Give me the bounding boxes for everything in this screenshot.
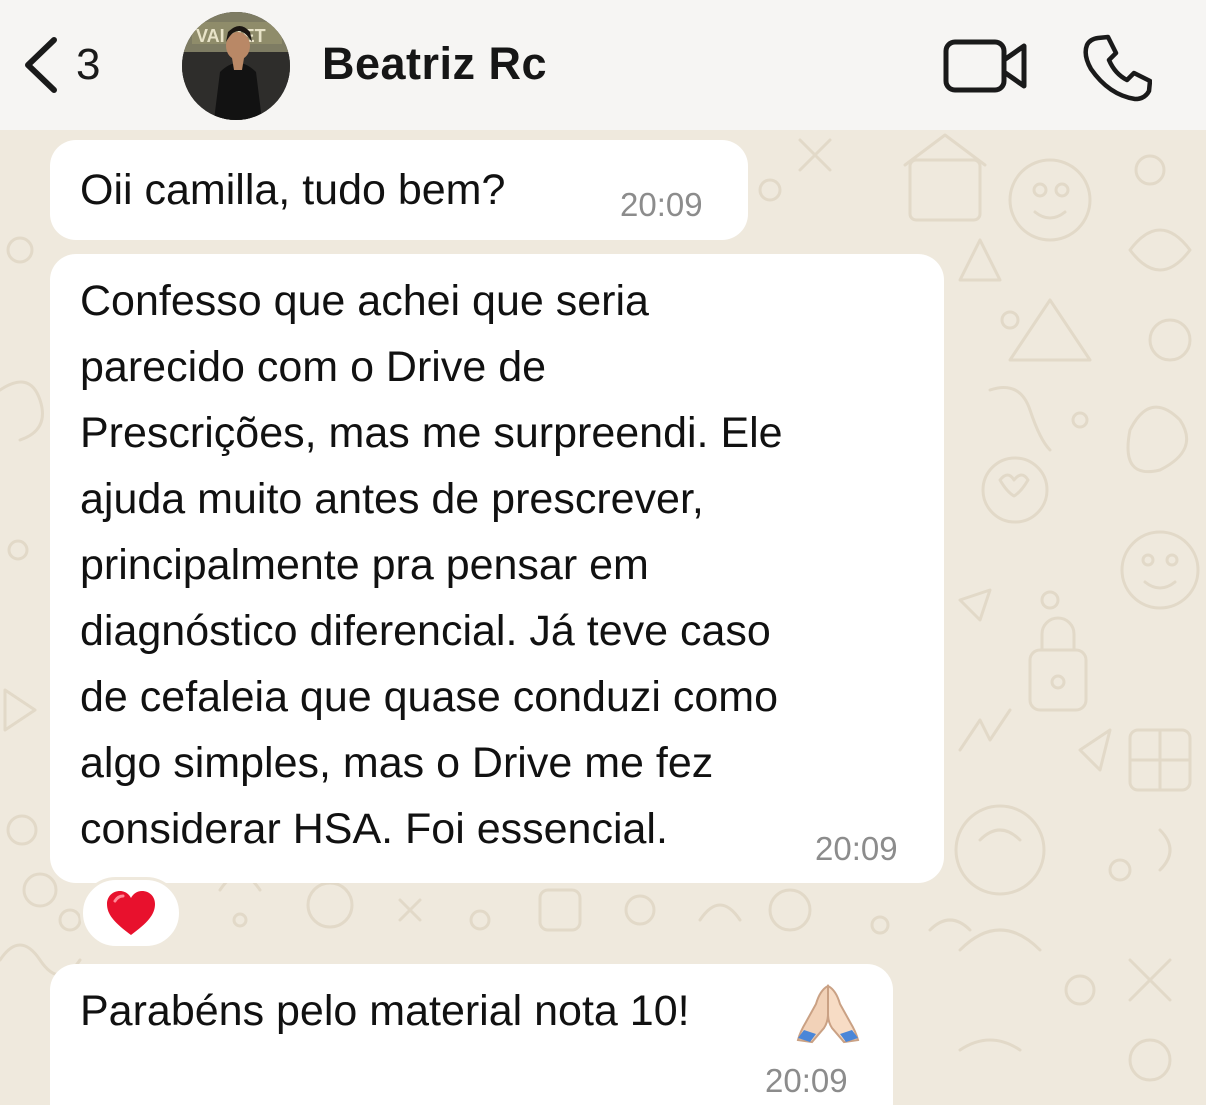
- message-text-line: principalmente pra pensar em: [80, 541, 649, 589]
- message-bubble[interactable]: Oii camilla, tudo bem? 20:09: [50, 140, 748, 240]
- message-time: 20:09: [620, 186, 703, 223]
- message-text-line: parecido com o Drive de: [80, 343, 547, 391]
- chat-header: 3 VAI BET Beatriz Rc: [0, 0, 1206, 130]
- avatar[interactable]: VAI BET: [182, 12, 290, 120]
- phone-icon: [1083, 34, 1153, 102]
- chat-screen: 3 VAI BET Beatriz Rc: [0, 0, 1206, 1105]
- message-text-line: Prescrições, mas me surpreendi. Ele: [80, 409, 783, 457]
- message-text-line: considerar HSA. Foi essencial.: [80, 805, 668, 853]
- back-button[interactable]: 3: [22, 34, 132, 96]
- message-text-line: algo simples, mas o Drive me fez: [80, 739, 714, 787]
- message-bubble[interactable]: Confesso que achei que seria parecido co…: [50, 254, 944, 883]
- chevron-left-icon: [25, 37, 57, 93]
- voice-call-button[interactable]: [1082, 32, 1153, 102]
- video-camera-icon: [943, 39, 1027, 93]
- heart-emoji-icon: [107, 891, 155, 935]
- message-text-line: de cefaleia que quase conduzi como: [80, 673, 779, 721]
- message-time: 20:09: [815, 830, 898, 867]
- avatar-photo: VAI BET: [182, 12, 290, 120]
- message-text: Oii camilla, tudo bem?: [80, 166, 506, 214]
- unread-count: 3: [76, 40, 101, 89]
- contact-name[interactable]: Beatriz Rc: [322, 38, 547, 90]
- message-text-line: Confesso que achei que seria: [80, 277, 649, 325]
- folded-hands-emoji-icon: [795, 980, 861, 1063]
- video-call-button[interactable]: [940, 36, 1032, 96]
- message-text-line: ajuda muito antes de prescrever,: [80, 475, 704, 523]
- message-text-line: diagnóstico diferencial. Já teve caso: [80, 607, 771, 655]
- message-bubble[interactable]: Parabéns pelo material nota 10! 20:09: [50, 964, 893, 1105]
- heart-reaction[interactable]: [80, 877, 182, 949]
- message-time: 20:09: [765, 1062, 848, 1099]
- message-text: Parabéns pelo material nota 10!: [80, 987, 690, 1035]
